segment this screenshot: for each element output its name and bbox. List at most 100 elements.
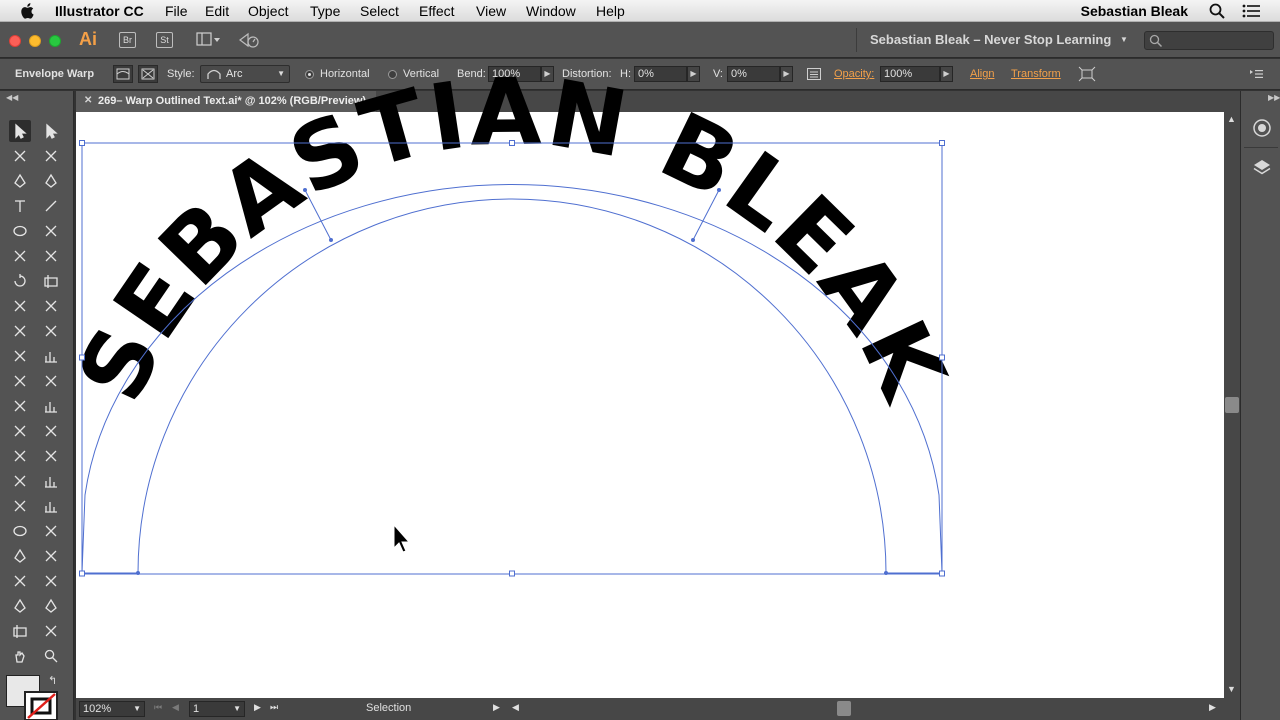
status-menu-arrow[interactable]: ▶	[493, 702, 500, 713]
warp-tool-button[interactable]	[40, 420, 62, 442]
menu-view[interactable]: View	[476, 3, 506, 19]
type-tool-button[interactable]	[9, 195, 31, 217]
blend-tool-button[interactable]	[40, 370, 62, 392]
vertical-distortion-slider-button[interactable]: ▶	[780, 66, 793, 82]
horizontal-distortion-field[interactable]: 0%	[634, 66, 687, 82]
align-panel-link[interactable]: Align	[970, 68, 994, 80]
menu-effect[interactable]: Effect	[419, 3, 455, 19]
horizontal-radio[interactable]	[305, 70, 314, 79]
close-window-button[interactable]	[9, 35, 21, 47]
zoom-level-field[interactable]: 102% ▼	[79, 701, 145, 717]
horizontal-distortion-slider-button[interactable]: ▶	[687, 66, 700, 82]
gpu-performance-button[interactable]	[238, 30, 262, 50]
vertical-radio[interactable]	[388, 70, 397, 79]
collapse-toolbar-icon[interactable]: ◀◀	[6, 93, 18, 102]
width-tool-button[interactable]	[9, 295, 31, 317]
scroll-right-arrow[interactable]: ▶	[1209, 702, 1216, 713]
artboard-tool-button[interactable]	[9, 620, 31, 642]
scissors-tool-button[interactable]	[40, 245, 62, 267]
selection-tool-button[interactable]	[9, 120, 31, 142]
column-graph-tool-button[interactable]	[40, 395, 62, 417]
knife-tool-button[interactable]	[40, 620, 62, 642]
gradient-tool-button[interactable]	[40, 345, 62, 367]
stroke-color-swatch[interactable]	[24, 691, 58, 720]
stock-button[interactable]: St	[156, 32, 173, 48]
arrange-documents-button[interactable]	[196, 31, 222, 49]
menu-user-name[interactable]: Sebastian Bleak	[1081, 3, 1188, 19]
scroll-up-arrow[interactable]: ▲	[1227, 114, 1236, 124]
transform-panel-link[interactable]: Transform	[1011, 68, 1061, 80]
notification-list-icon[interactable]	[1242, 4, 1260, 18]
help-search-field[interactable]	[1144, 31, 1274, 50]
document-tab[interactable]: ✕ 269– Warp Outlined Text.ai* @ 102% (RG…	[76, 91, 376, 112]
opacity-link[interactable]: Opacity:	[834, 68, 874, 80]
workspace-switcher[interactable]: Sebastian Bleak – Never Stop Learning ▼	[860, 30, 1138, 50]
control-panel-menu-button[interactable]	[1248, 68, 1264, 80]
symbol-sprayer-tool-button[interactable]	[9, 395, 31, 417]
rounded-rectangle-tool-button[interactable]	[40, 520, 62, 542]
menu-window[interactable]: Window	[526, 3, 576, 19]
artboard-canvas[interactable]	[76, 112, 1224, 698]
menu-select[interactable]: Select	[360, 3, 399, 19]
last-artboard-icon[interactable]: ⏭	[270, 702, 278, 713]
pen-tool-button[interactable]	[9, 170, 31, 192]
zoom-tool-button[interactable]	[40, 645, 62, 667]
apple-menu-icon[interactable]	[18, 2, 38, 20]
minimize-window-button[interactable]	[29, 35, 41, 47]
paintbrush-tool-button[interactable]	[40, 220, 62, 242]
envelope-options-button[interactable]	[806, 66, 822, 82]
scroll-down-arrow[interactable]: ▼	[1227, 684, 1236, 694]
menu-help[interactable]: Help	[596, 3, 625, 19]
swap-fill-stroke-icon[interactable]: ↰	[48, 674, 57, 687]
direct-selection-tool-button[interactable]	[40, 120, 62, 142]
perspective-grid-tool-button[interactable]	[40, 320, 62, 342]
first-artboard-icon[interactable]: ⏮	[154, 702, 162, 713]
pucker-tool-button[interactable]	[9, 470, 31, 492]
gradient-mesh-tool-button[interactable]	[40, 495, 62, 517]
menu-file[interactable]: File	[165, 3, 188, 19]
hand-tool-button[interactable]	[9, 645, 31, 667]
bend-slider-button[interactable]: ▶	[541, 66, 554, 82]
scroll-left-arrow[interactable]: ◀	[512, 702, 519, 713]
pencil-smooth-tool-button[interactable]	[9, 545, 31, 567]
edit-envelope-button[interactable]	[113, 65, 133, 83]
bridge-button[interactable]: Br	[119, 32, 136, 48]
previous-artboard-icon[interactable]: ◀	[172, 702, 179, 713]
shape-builder-tool-button[interactable]	[9, 320, 31, 342]
puppet-warp-tool-button[interactable]	[9, 420, 31, 442]
warp-style-dropdown[interactable]: Arc ▼	[200, 65, 290, 83]
vertical-scroll-thumb[interactable]	[1225, 397, 1239, 413]
next-artboard-icon[interactable]: ▶	[254, 702, 261, 713]
scale-tool-button[interactable]	[40, 270, 62, 292]
opacity-slider-button[interactable]: ▶	[940, 66, 953, 82]
appearance-panel-button[interactable]	[1251, 117, 1273, 139]
eraser-tool-button[interactable]	[40, 545, 62, 567]
vertical-distortion-field[interactable]: 0%	[727, 66, 780, 82]
isolate-object-button[interactable]	[1078, 66, 1096, 82]
curvature-tool-button[interactable]	[40, 170, 62, 192]
eyedropper-tool-button[interactable]	[9, 370, 31, 392]
free-transform-tool-button[interactable]	[9, 445, 31, 467]
spotlight-search-icon[interactable]	[1209, 3, 1225, 19]
opacity-field[interactable]: 100%	[880, 66, 940, 82]
zoom-window-button[interactable]	[49, 35, 61, 47]
brush-pen-tool-button[interactable]	[40, 595, 62, 617]
close-tab-icon[interactable]: ✕	[84, 95, 92, 106]
menu-object[interactable]: Object	[248, 3, 288, 19]
free-transform-tool-button[interactable]	[40, 295, 62, 317]
symbol-tool-button[interactable]	[9, 570, 31, 592]
feather-pen-tool-button[interactable]	[9, 595, 31, 617]
edit-contents-button[interactable]	[138, 65, 158, 83]
ellipse-tool-button[interactable]	[9, 220, 31, 242]
artboard-number-field[interactable]: 1 ▼	[189, 701, 245, 717]
collapse-panels-icon[interactable]: ▶▶	[1268, 93, 1280, 102]
menu-type[interactable]: Type	[310, 3, 340, 19]
menu-edit[interactable]: Edit	[205, 3, 229, 19]
bend-field[interactable]: 100%	[488, 66, 541, 82]
rotate-tool-button[interactable]	[9, 270, 31, 292]
line-segment-tool-button[interactable]	[40, 195, 62, 217]
shaper-tool-button[interactable]	[9, 245, 31, 267]
blob-brush-tool-button[interactable]	[9, 495, 31, 517]
chart-grid-tool-button[interactable]	[40, 470, 62, 492]
spiral-tool-button[interactable]	[40, 570, 62, 592]
